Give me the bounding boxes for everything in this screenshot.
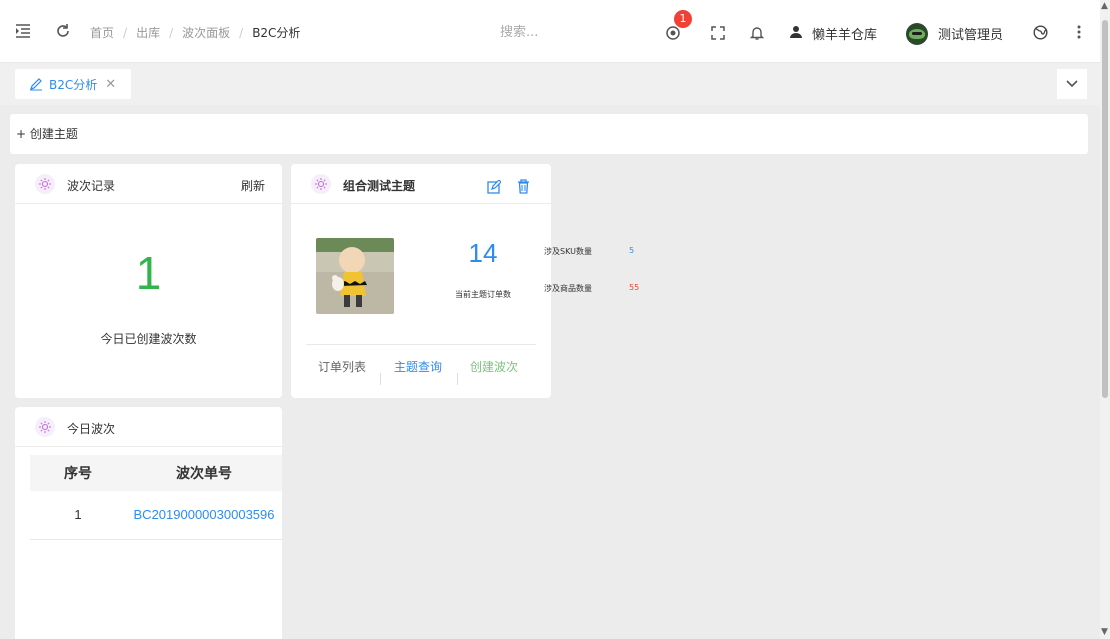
user-icon	[788, 24, 804, 40]
divider	[380, 373, 381, 385]
bulb-icon	[311, 174, 331, 194]
scroll-up-arrow-icon[interactable]: ▲	[1101, 1, 1108, 11]
create-topic-button[interactable]: + 创建主题	[10, 114, 1088, 154]
tab-close-icon[interactable]: ✕	[105, 77, 116, 92]
topic-actions: 订单列表 主题查询 创建波次	[306, 344, 536, 394]
tab-label: B2C分析	[49, 77, 98, 92]
menu-collapse-icon[interactable]	[14, 22, 32, 40]
create-wave-label: 创建波次	[470, 360, 519, 374]
goods-count-label: 涉及商品数量	[544, 284, 592, 293]
breadcrumb-separator: /	[123, 25, 128, 40]
wave-record-card: 波次记录 刷新 1 今日已创建波次数	[15, 164, 282, 398]
card-header: 波次记录 刷新	[15, 164, 282, 204]
refresh-button[interactable]: 刷新	[241, 177, 265, 194]
notification-count-badge: 1	[674, 10, 692, 28]
trash-icon[interactable]	[517, 179, 530, 194]
table-header-row: 序号 波次单号	[30, 455, 282, 491]
card-title: 组合测试主题	[343, 179, 416, 193]
tab-strip: B2C分析 ✕	[0, 63, 1100, 105]
card-header: 今日波次	[15, 407, 282, 447]
globe-icon[interactable]	[1032, 24, 1048, 40]
topic-card: 组合测试主题 14 当前主题订单数 订单列表 主题查询 创建波次	[291, 164, 551, 398]
search-input[interactable]	[500, 14, 650, 50]
today-waves-table: 序号 波次单号 1 BC20190000030003596	[30, 455, 282, 540]
table-row: 1 BC20190000030003596	[30, 491, 282, 540]
wave-number-link[interactable]: BC20190000030003596	[126, 491, 282, 540]
fullscreen-icon[interactable]	[709, 24, 727, 42]
row-index: 1	[30, 491, 126, 540]
divider	[457, 373, 458, 385]
sku-count-value: 5	[629, 246, 635, 255]
column-header-index: 序号	[30, 455, 126, 491]
card-header: 组合测试主题	[291, 164, 551, 204]
breadcrumb-current: B2C分析	[252, 26, 301, 40]
card-title: 今日波次	[67, 422, 116, 436]
topic-cover-image	[316, 238, 394, 314]
breadcrumb: 首页 / 出库 / 波次面板 / B2C分析	[90, 24, 300, 41]
edit-icon[interactable]	[487, 180, 501, 194]
goods-count-value: 55	[629, 283, 640, 292]
order-list-button[interactable]: 订单列表	[318, 357, 366, 377]
today-waves-card: 今日波次 序号 波次单号 1 BC20190000030003596	[15, 407, 282, 639]
tab-list-dropdown-button[interactable]	[1057, 69, 1087, 99]
topic-query-label: 主题查询	[394, 360, 443, 374]
card-title: 波次记录	[67, 179, 116, 193]
breadcrumb-separator: /	[169, 25, 174, 40]
scrollbar-thumb[interactable]	[1102, 20, 1108, 398]
topic-query-button[interactable]: 主题查询	[394, 357, 442, 377]
avatar[interactable]	[906, 23, 928, 45]
column-header-wave-no: 波次单号	[126, 455, 282, 491]
refresh-icon[interactable]	[54, 22, 72, 40]
breadcrumb-wave-panel[interactable]: 波次面板	[182, 24, 230, 41]
create-wave-button[interactable]: 创建波次	[470, 357, 518, 377]
wave-count-caption: 今日已创建波次数	[100, 332, 197, 346]
breadcrumb-home[interactable]: 首页	[90, 24, 114, 41]
topic-order-caption: 当前主题订单数	[455, 290, 511, 299]
order-list-label: 订单列表	[318, 360, 367, 374]
bulb-icon	[35, 174, 55, 194]
bulb-icon	[35, 417, 55, 437]
wave-count-value: 1	[135, 247, 162, 299]
breadcrumb-outbound[interactable]: 出库	[136, 24, 160, 41]
user-name[interactable]: 测试管理员	[938, 24, 1003, 43]
sku-count-label: 涉及SKU数量	[544, 247, 592, 256]
top-header: 首页 / 出库 / 波次面板 / B2C分析 1 懒羊羊仓库 测试管理员	[0, 0, 1100, 63]
scroll-down-arrow-icon[interactable]: ▼	[1101, 627, 1108, 637]
warehouse-selector[interactable]: 懒羊羊仓库	[812, 24, 877, 43]
topic-order-count: 14	[468, 238, 498, 268]
chevron-down-icon	[1066, 80, 1078, 88]
pencil-tab-icon	[29, 77, 43, 91]
more-vertical-icon[interactable]	[1073, 24, 1085, 40]
bell-icon[interactable]	[748, 24, 766, 42]
tab-b2c-analysis[interactable]: B2C分析 ✕	[15, 69, 131, 99]
breadcrumb-separator: /	[239, 25, 244, 40]
